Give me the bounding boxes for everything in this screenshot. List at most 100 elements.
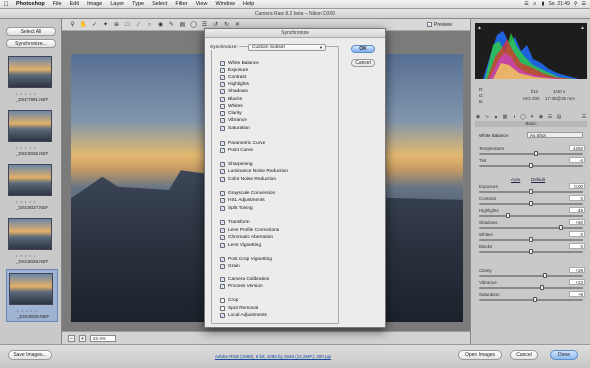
color-sampler-icon[interactable]: ✦ <box>101 21 110 29</box>
checkbox-checked[interactable]: ✓ <box>220 243 225 248</box>
sync-option[interactable]: ✓ Point Curve <box>220 147 253 154</box>
save-images-button[interactable]: Save Images... <box>8 350 52 360</box>
tab-detail-icon[interactable]: ▲ <box>493 114 499 120</box>
hand-tool-icon[interactable]: ✋ <box>79 21 88 29</box>
menu-view[interactable]: View <box>192 1 212 7</box>
checkbox-checked[interactable]: ✓ <box>220 104 225 109</box>
zoom-out-button[interactable]: − <box>68 334 75 342</box>
checkbox-checked[interactable]: ✓ <box>220 235 225 240</box>
slider-value[interactable]: 4250 <box>569 145 585 151</box>
sync-option[interactable]: ✓ Blacks <box>220 96 242 103</box>
sync-option[interactable]: ✓ Parametric Curve <box>220 140 265 147</box>
battery-icon[interactable]: ▮ <box>542 1 545 7</box>
list-icon[interactable]: ☰ <box>582 1 586 7</box>
auto-link[interactable]: Auto <box>511 177 520 182</box>
slider-handle[interactable] <box>529 249 533 254</box>
slider-handle[interactable] <box>529 201 533 206</box>
sync-option[interactable]: ✓ Chromatic Aberration <box>220 234 273 241</box>
checkbox-checked[interactable]: ✓ <box>220 82 225 87</box>
checkbox-checked[interactable]: ✓ <box>220 61 225 66</box>
sync-option[interactable]: ✓ Exposure <box>220 67 248 74</box>
menu-window[interactable]: Window <box>211 1 239 7</box>
slider-handle[interactable] <box>533 297 537 302</box>
checkbox-checked[interactable]: ✓ <box>220 97 225 102</box>
checkbox-checked[interactable]: ✓ <box>220 118 225 123</box>
checkbox-checked[interactable]: ✓ <box>220 284 225 289</box>
done-button[interactable]: Done <box>550 350 578 360</box>
thumbnail-4[interactable]: • • • • • _DSC8028.NEF <box>6 215 58 268</box>
sync-option[interactable]: ✓ Vibrance <box>220 117 247 124</box>
dialog-cancel-button[interactable]: Cancel <box>351 59 375 67</box>
checkbox-checked[interactable]: ✓ <box>220 111 225 116</box>
highlight-clipping-icon[interactable]: ▲ <box>580 25 585 31</box>
red-eye-icon[interactable]: ◉ <box>156 21 165 29</box>
zoom-level[interactable]: 22.4% <box>90 334 116 342</box>
slider-value[interactable]: 0 <box>569 231 585 237</box>
menu-filter[interactable]: Filter <box>171 1 191 7</box>
checkbox-checked[interactable]: ✓ <box>220 75 225 80</box>
sync-option[interactable]: ✓ White Balance <box>220 60 259 67</box>
sync-option[interactable]: Spot Removal <box>220 305 258 312</box>
sync-option[interactable]: ✓ Local Adjustments <box>220 312 267 319</box>
menu-select[interactable]: Select <box>148 1 171 7</box>
tab-effects-icon[interactable]: ✦ <box>529 114 535 120</box>
slider-handle[interactable] <box>529 237 533 242</box>
menu-help[interactable]: Help <box>239 1 258 7</box>
preview-checkbox[interactable]: ✓ <box>427 22 432 27</box>
panel-menu-icon[interactable]: ☰ <box>581 114 587 120</box>
search-icon[interactable]: ⚲ <box>574 1 578 7</box>
tab-hsl-icon[interactable]: ▦ <box>502 114 508 120</box>
sync-option[interactable]: ✓ Saturation <box>220 125 250 132</box>
checkbox-checked[interactable]: ✓ <box>220 169 225 174</box>
slider-handle[interactable] <box>529 163 533 168</box>
targeted-adjustment-icon[interactable]: ⊕ <box>112 21 121 29</box>
sync-option[interactable]: ✓ Lens Profile Corrections <box>220 227 279 234</box>
graduated-filter-icon[interactable]: ▤ <box>178 21 187 29</box>
radial-filter-icon[interactable]: ◯ <box>189 21 198 29</box>
checkbox-checked[interactable]: ✓ <box>220 68 225 73</box>
sync-option[interactable]: ✓ Whites <box>220 103 243 110</box>
slider-handle[interactable] <box>543 273 547 278</box>
menu-edit[interactable]: Edit <box>66 1 83 7</box>
sync-option[interactable]: ✓ Sharpening <box>220 161 253 168</box>
sync-option[interactable]: ✓ Camera Calibration <box>220 276 269 283</box>
checkbox-checked[interactable]: ✓ <box>220 313 225 318</box>
slider-handle[interactable] <box>534 151 538 156</box>
checkbox-checked[interactable]: ✓ <box>220 206 225 211</box>
slider-track[interactable] <box>479 275 583 277</box>
sync-option[interactable]: ✓ Clarity <box>220 110 242 117</box>
sync-option[interactable]: ✓ HSL Adjustments <box>220 197 265 204</box>
sync-option[interactable]: ✓ Grayscale Conversion <box>220 190 275 197</box>
checkbox-checked[interactable]: ✓ <box>220 198 225 203</box>
slider-track[interactable] <box>479 299 583 301</box>
menu-type[interactable]: Type <box>128 1 148 7</box>
checkbox-checked[interactable]: ✓ <box>220 148 225 153</box>
white-balance-select[interactable]: As Shot <box>527 132 583 138</box>
sync-option[interactable]: ✓ Process Version <box>220 283 263 290</box>
checkbox-checked[interactable]: ✓ <box>220 89 225 94</box>
checkbox-checked[interactable]: ✓ <box>220 257 225 262</box>
slider-value[interactable]: 0 <box>569 195 585 201</box>
shadow-clipping-icon[interactable]: ▲ <box>477 25 482 31</box>
apple-menu-icon[interactable]:  <box>0 1 12 8</box>
checkbox-unchecked[interactable] <box>220 298 225 303</box>
default-link[interactable]: Default <box>531 177 545 182</box>
rating-stars[interactable]: • • • • • <box>16 253 36 258</box>
tab-snapshots-icon[interactable]: ▤ <box>556 114 562 120</box>
slider-value[interactable]: -4 <box>569 157 585 163</box>
slider-track[interactable] <box>479 287 583 289</box>
menu-layer[interactable]: Layer <box>106 1 128 7</box>
slider-handle[interactable] <box>540 285 544 290</box>
sync-option[interactable]: ✓ Shadows <box>220 88 248 95</box>
sync-option[interactable]: ✓ Color Noise Reduction <box>220 176 276 183</box>
volume-icon[interactable]: ♬ <box>533 1 538 7</box>
sync-option[interactable]: ✓ Lens Vignetting <box>220 242 261 249</box>
adjustment-brush-icon[interactable]: ✎ <box>167 21 176 29</box>
tab-presets-icon[interactable]: ☰ <box>547 114 553 120</box>
thumbnail-1[interactable]: • • • • • _DSC7981.NEF <box>6 53 58 106</box>
rating-stars[interactable]: • • • • • <box>16 199 36 204</box>
synchronize-select[interactable]: Custom Subset ▼ <box>248 44 326 51</box>
thumbnail-5-selected[interactable]: • • • • • _DSC8030.NEF <box>6 269 58 322</box>
slider-track[interactable] <box>479 215 583 217</box>
thumbnail-3[interactable]: • • • • • _DSC8027.NEF <box>6 161 58 214</box>
